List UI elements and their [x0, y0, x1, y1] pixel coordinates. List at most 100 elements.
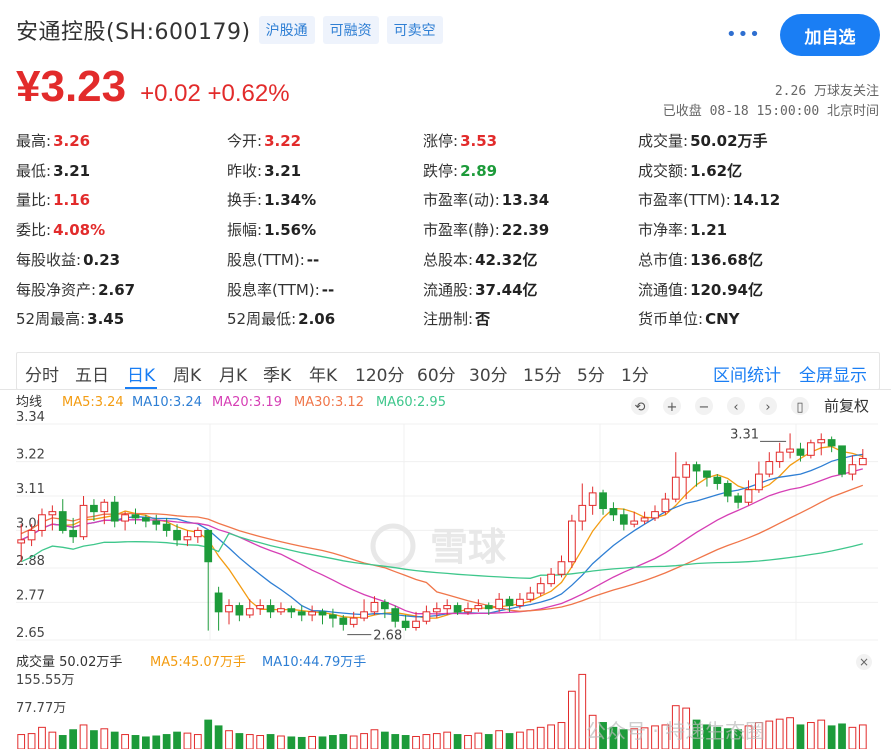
quote-cell: 最低: 3.21 [16, 160, 90, 181]
candle-body [474, 605, 483, 610]
tab-period[interactable]: 分时 [25, 361, 59, 386]
volume-bar [412, 735, 420, 749]
quote-label: 52周最低: [227, 310, 297, 329]
candle-body [297, 611, 306, 616]
tag-margin[interactable]: 可融资 [322, 16, 379, 44]
tag-short-sell[interactable]: 可卖空 [386, 16, 443, 44]
volume-bar [339, 734, 348, 749]
candle-body [401, 620, 410, 628]
volume-bar [806, 722, 815, 749]
kline-chart[interactable]: 均线 MA5:3.24 MA10:3.24 MA20:3.19 MA30:3.12 MA6… [0, 392, 891, 749]
quote-cell: 委比: 4.08% [16, 219, 105, 240]
candle-body [79, 504, 88, 538]
quote-cell: 总市值: 136.68亿 [638, 249, 763, 270]
quote-label: 最高: [16, 132, 52, 150]
volume-bar [318, 736, 327, 749]
quote-value: 3.21 [264, 161, 302, 180]
tab-period[interactable]: 月K [219, 361, 247, 386]
volume-legend-label: MA10:44.79万手 [262, 655, 366, 670]
candle-body [27, 529, 36, 541]
candle-body [692, 464, 701, 472]
volume-bar [484, 734, 493, 749]
min-price-label: 2.68 [373, 629, 402, 644]
tab-period[interactable]: 30分 [469, 361, 508, 386]
candle-body [69, 529, 78, 538]
xueqiu-logo-icon [370, 523, 416, 569]
tab-period[interactable]: 15分 [523, 361, 562, 386]
candle-body [848, 464, 857, 475]
tab-period[interactable]: 年K [309, 361, 337, 386]
quote-label: 货币单位: [638, 310, 704, 329]
quote-cell: 货币单位: CNY [638, 308, 740, 329]
quote-value: 1.56% [264, 221, 317, 240]
quote-cell: 52周最低: 2.06 [227, 308, 335, 329]
quote-label: 股息率(TTM): [227, 280, 320, 299]
more-dots-icon[interactable]: ••• [726, 24, 761, 45]
quote-cell: 成交量: 50.02万手 [638, 130, 768, 151]
candle-body [505, 598, 514, 607]
tab-period[interactable]: 60分 [417, 361, 456, 386]
tag-hugutong[interactable]: 沪股通 [258, 16, 315, 44]
candle-body [619, 514, 628, 525]
quote-cell: 市盈率(TTM): 14.12 [638, 189, 780, 210]
volume-bar [422, 734, 431, 749]
candle-body [266, 605, 275, 613]
volume-bar [256, 735, 265, 749]
tab-period[interactable]: 五日 [75, 361, 109, 386]
fullscreen-link[interactable]: 全屏显示 [799, 361, 867, 386]
quote-value: 22.39 [501, 221, 550, 240]
quote-label: 昨收: [227, 161, 263, 180]
quote-label: 委比: [16, 221, 52, 240]
tab-period[interactable]: 周K [173, 361, 201, 386]
candle-body [484, 605, 493, 610]
candle-body [578, 504, 587, 522]
volume-bar [297, 736, 306, 749]
quote-label: 跌停: [423, 161, 459, 180]
volume-bar [69, 729, 78, 749]
y-tick-label: 3.11 [16, 482, 45, 497]
volume-bar [308, 735, 316, 749]
volume-bar [817, 719, 826, 749]
volume-bar [453, 734, 462, 749]
zoom-out-icon-glyph: − [699, 400, 710, 415]
range-stats-link[interactable]: 区间统计 [713, 361, 781, 386]
candle-body [131, 514, 140, 519]
add-watchlist-button[interactable]: 加自选 [780, 14, 880, 56]
quote-label: 每股收益: [16, 250, 82, 269]
volume-bar [796, 724, 805, 749]
tab-period[interactable]: 120分 [355, 361, 404, 386]
volume-bar [578, 673, 587, 749]
volume-bar [432, 733, 441, 749]
volume-bar [162, 734, 171, 749]
tab-period[interactable]: 5分 [577, 361, 605, 386]
candle-body [225, 605, 233, 613]
candle-body [827, 439, 836, 447]
price-change: +0.02 +0.62% [140, 80, 290, 107]
tab-period[interactable]: 季K [263, 361, 291, 386]
candle-body [380, 601, 389, 610]
candle-body [58, 511, 67, 531]
candle-body [100, 501, 109, 513]
tab-period[interactable]: 日K [127, 361, 155, 386]
quote-cell: 市盈率(静): 22.39 [423, 219, 549, 240]
quote-cell: 流通股: 37.44亿 [423, 279, 538, 300]
quote-cell: 换手: 1.34% [227, 189, 316, 210]
quote-label: 股息(TTM): [227, 250, 305, 269]
candle-body [744, 489, 753, 503]
volume-legend-label: MA5:45.07万手 [150, 655, 246, 670]
quote-value: 37.44亿 [475, 280, 538, 299]
quote-value: 42.32亿 [475, 250, 538, 269]
candle-body [630, 520, 639, 525]
quote-value: 1.62亿 [690, 161, 743, 180]
candle-body [110, 501, 119, 522]
quote-label: 每股净资产: [16, 280, 97, 299]
candle-body [193, 529, 202, 538]
quote-value: 否 [475, 310, 491, 329]
quote-value: 1.16 [53, 191, 91, 210]
candle-body [661, 498, 670, 513]
candle-body [142, 517, 150, 522]
ma-legend-label: MA10:3.24 [132, 395, 202, 410]
volume-bar [765, 720, 774, 749]
volume-bar [557, 722, 566, 749]
tab-period[interactable]: 1分 [621, 361, 649, 386]
